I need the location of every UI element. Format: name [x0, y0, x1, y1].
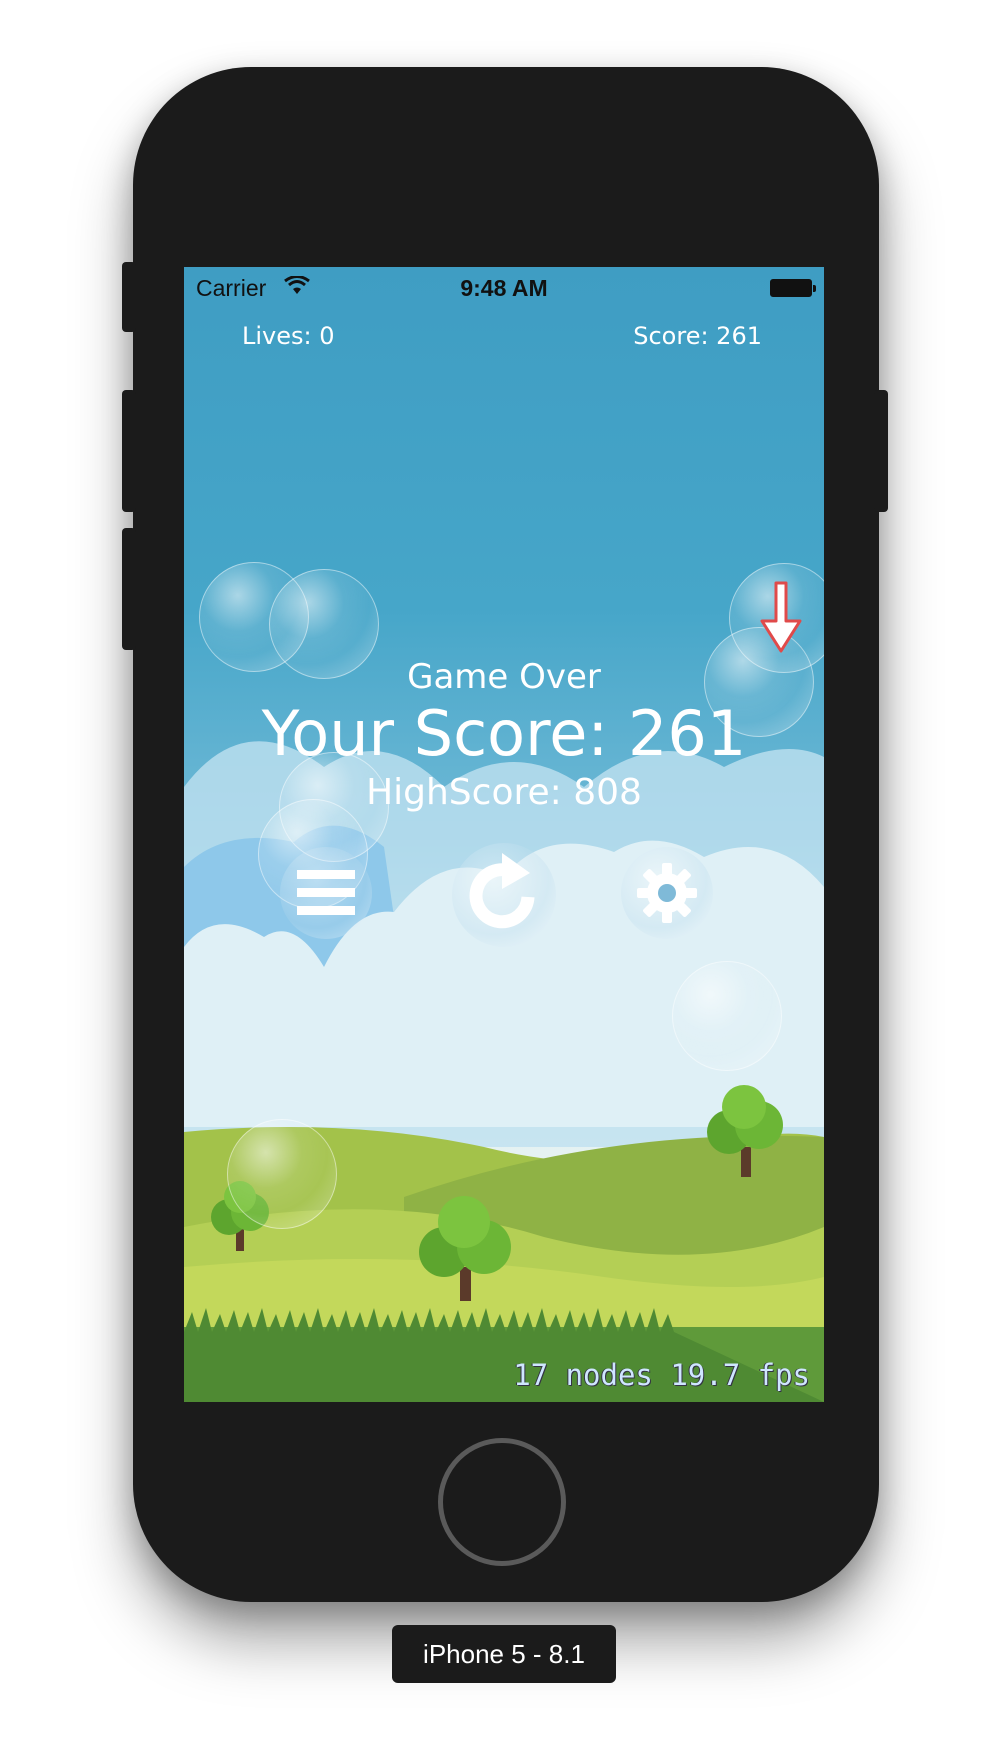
status-bar: Carrier 9:48 AM	[184, 267, 824, 307]
game-over-title: Game Over	[407, 657, 601, 697]
lives-label: Lives: 0	[242, 322, 335, 350]
home-button[interactable]	[438, 1438, 566, 1566]
gear-icon	[637, 863, 697, 923]
settings-button[interactable]	[621, 847, 713, 939]
restart-icon	[469, 853, 535, 929]
power-button	[874, 390, 888, 512]
final-score: Your Score: 261	[261, 697, 747, 770]
debug-stats: 17 nodes 19.7 fps	[513, 1358, 810, 1392]
high-score: HighScore: 808	[366, 772, 642, 813]
score-label: Score: 261	[633, 322, 762, 350]
bubble[interactable]	[227, 1119, 337, 1229]
volume-up-button	[122, 390, 136, 512]
restart-button[interactable]	[452, 843, 556, 947]
status-time: 9:48 AM	[460, 275, 548, 301]
menu-button[interactable]	[280, 847, 372, 939]
battery-icon	[770, 279, 816, 297]
game-screen[interactable]: Carrier 9:48 AM Lives: 0 Score: 261 Game…	[184, 267, 824, 1402]
simulator-device-label: iPhone 5 - 8.1	[392, 1625, 616, 1683]
menu-icon	[297, 870, 355, 915]
mute-switch	[122, 262, 136, 332]
volume-down-button	[122, 528, 136, 650]
bubble[interactable]	[672, 961, 782, 1071]
down-arrow-icon[interactable]	[756, 579, 806, 659]
